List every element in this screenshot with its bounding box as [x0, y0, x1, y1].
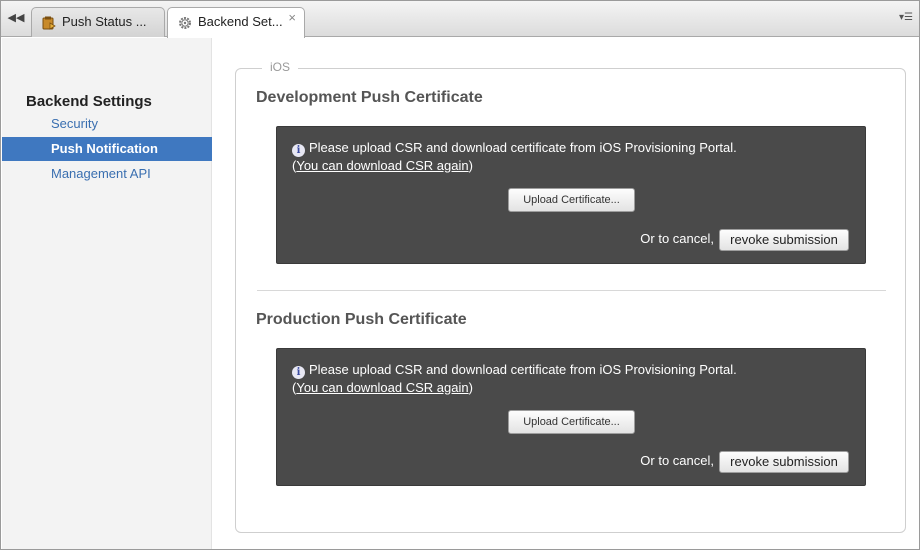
tab-label: Backend Set...	[198, 14, 283, 29]
sidebar-item-label: Push Notification	[51, 141, 158, 156]
tab-list-menu-icon[interactable]: ▾☰	[899, 12, 913, 23]
sidebar-item-label: Management API	[51, 166, 151, 181]
development-certificate-box: i Please upload CSR and download certific…	[276, 126, 866, 264]
info-message: i Please upload CSR and download certific…	[292, 140, 737, 157]
tab-label: Push Status ...	[62, 14, 147, 29]
push-status-icon	[42, 16, 56, 30]
sidebar-item-label: Security	[51, 116, 98, 131]
tab-push-status[interactable]: Push Status ...	[31, 7, 165, 37]
gear-icon	[179, 17, 191, 29]
tab-backend-settings[interactable]: Backend Set... ×	[167, 7, 305, 38]
app-window: ◀◀ Push Status ... Backend Set... × ▾☰ B…	[0, 0, 920, 550]
sidebar-item-management-api[interactable]: Management API	[2, 162, 212, 186]
panel-legend: iOS	[262, 60, 299, 74]
sidebar: Backend Settings Security Push Notificat…	[2, 38, 212, 549]
cancel-text: Or to cancel,	[640, 231, 714, 246]
info-icon: i	[292, 366, 305, 379]
sidebar-item-push-notification[interactable]: Push Notification	[2, 137, 212, 161]
csr-line: (You can download CSR again)	[292, 380, 473, 395]
production-section-title: Production Push Certificate	[256, 311, 467, 328]
download-csr-link[interactable]: You can download CSR again	[296, 158, 468, 173]
info-text: Please upload CSR and download certifica…	[309, 362, 737, 377]
production-certificate-box: i Please upload CSR and download certific…	[276, 348, 866, 486]
upload-certificate-button[interactable]: Upload Certificate...	[508, 188, 635, 212]
upload-certificate-button[interactable]: Upload Certificate...	[508, 410, 635, 434]
section-divider	[257, 290, 886, 291]
info-text: Please upload CSR and download certifica…	[309, 140, 737, 155]
sidebar-item-security[interactable]: Security	[2, 112, 212, 136]
sidebar-title: Backend Settings	[26, 93, 152, 110]
development-section-title: Development Push Certificate	[256, 89, 483, 106]
cancel-text: Or to cancel,	[640, 453, 714, 468]
info-icon: i	[292, 144, 305, 157]
revoke-submission-button[interactable]: revoke submission	[719, 451, 849, 473]
back-arrows-icon[interactable]: ◀◀	[7, 10, 25, 26]
paren-close: )	[468, 380, 473, 395]
csr-line: (You can download CSR again)	[292, 158, 473, 173]
ios-settings-panel: iOS Development Push Certificate i Please…	[235, 60, 906, 533]
revoke-submission-button[interactable]: revoke submission	[719, 229, 849, 251]
download-csr-link[interactable]: You can download CSR again	[296, 380, 468, 395]
paren-close: )	[468, 158, 473, 173]
tab-bar: ◀◀ Push Status ... Backend Set... × ▾☰	[1, 1, 919, 38]
info-message: i Please upload CSR and download certific…	[292, 362, 737, 379]
close-icon[interactable]: ×	[288, 8, 296, 32]
